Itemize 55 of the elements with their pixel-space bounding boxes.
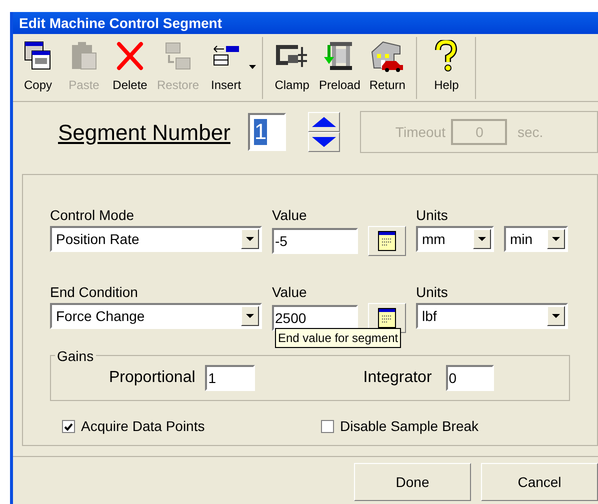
segment-number-field[interactable]: 1 (248, 113, 286, 151)
field-label: Units (416, 206, 449, 225)
toolbar-button[interactable]: Delete (107, 37, 153, 97)
checkbox-label: Acquire Data Points (81, 417, 205, 436)
toolbar-button[interactable]: Preload (315, 37, 364, 97)
copy-icon (24, 41, 52, 71)
caret-icon (246, 314, 254, 318)
integrator-label: Integrator (363, 368, 432, 388)
spin-down-button[interactable] (308, 132, 340, 152)
dialog-button[interactable]: Done (354, 463, 471, 501)
caret-icon (552, 237, 560, 241)
caret-icon (552, 314, 560, 318)
dropdown[interactable]: mm (416, 226, 494, 252)
dropdown[interactable]: min (504, 226, 568, 252)
dropdown[interactable]: Position Rate (50, 226, 262, 252)
field-label: Control Mode (50, 206, 136, 225)
toolbar-button[interactable]: Help (423, 37, 470, 97)
tooltip: End value for segment (275, 328, 402, 348)
toolbar-button[interactable]: Copy (15, 37, 61, 97)
spin-up-button[interactable] (308, 112, 340, 132)
segment-number-label: Segment Number (58, 118, 230, 147)
calculator-button[interactable] (368, 226, 406, 256)
field-label: End Condition (50, 283, 139, 302)
caret-icon (246, 237, 254, 241)
proportional-field[interactable]: 1 (205, 365, 256, 391)
field-label: Units (416, 283, 449, 302)
field-label: Value (272, 206, 308, 225)
checkbox-label: Disable Sample Break (340, 417, 479, 436)
toolbar-button[interactable]: Insert (203, 37, 250, 97)
help-icon (434, 40, 458, 72)
toolbar-button[interactable]: Clamp (269, 37, 316, 97)
folder-icon (164, 41, 192, 71)
calculator-icon (378, 308, 396, 328)
integrator-field[interactable]: 0 (446, 365, 494, 391)
title-bar: Edit Machine Control Segment (13, 12, 598, 34)
toolbar-button[interactable]: Return (364, 37, 410, 97)
clipboard-icon (70, 41, 98, 71)
calculator-icon (378, 231, 396, 251)
dialog-button[interactable]: Cancel (481, 463, 598, 501)
dropdown[interactable]: Force Change (50, 303, 262, 329)
check-icon (64, 422, 73, 430)
up-arrow-icon (312, 117, 336, 127)
caret-icon[interactable] (249, 65, 256, 69)
timeout-label: Timeout (395, 122, 446, 142)
timeout-unit: sec. (517, 122, 544, 142)
field-label: Value (272, 283, 308, 302)
delete-icon (116, 41, 144, 71)
checkbox[interactable] (321, 420, 334, 433)
value-field[interactable]: -5 (272, 228, 358, 254)
checkbox[interactable] (62, 420, 75, 433)
dropdown[interactable]: lbf (416, 303, 568, 329)
caret-icon (478, 237, 486, 241)
proportional-label: Proportional (109, 368, 196, 388)
house-car-icon (370, 40, 404, 72)
down-arrow-icon (312, 137, 336, 147)
